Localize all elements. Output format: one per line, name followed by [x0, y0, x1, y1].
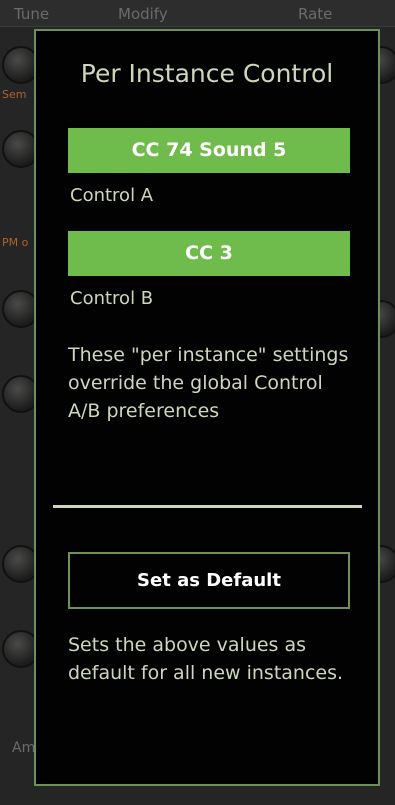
- divider: [53, 505, 362, 508]
- per-instance-control-panel: Per Instance Control CC 74 Sound 5 Contr…: [34, 29, 380, 786]
- background-header: Tune Modify Rate: [0, 0, 395, 27]
- override-info-text: These "per instance" settings override t…: [68, 344, 349, 422]
- background-label-pm: PM o: [2, 236, 29, 249]
- background-header-rate: Rate: [298, 5, 333, 23]
- set-as-default-button[interactable]: Set as Default: [68, 552, 350, 609]
- control-a-label: Control A: [70, 185, 154, 206]
- control-b-label: Control B: [70, 288, 154, 309]
- control-b-cc-selector[interactable]: CC 3: [68, 231, 350, 276]
- control-a-cc-selector[interactable]: CC 74 Sound 5: [68, 128, 350, 173]
- background-label-sem: Sem: [2, 88, 27, 101]
- background-header-modify: Modify: [118, 5, 168, 23]
- default-help-text: Sets the above values as default for all…: [68, 634, 344, 684]
- background-label-am: Am: [12, 740, 36, 756]
- background-header-tune: Tune: [14, 5, 50, 23]
- panel-title: Per Instance Control: [80, 59, 334, 88]
